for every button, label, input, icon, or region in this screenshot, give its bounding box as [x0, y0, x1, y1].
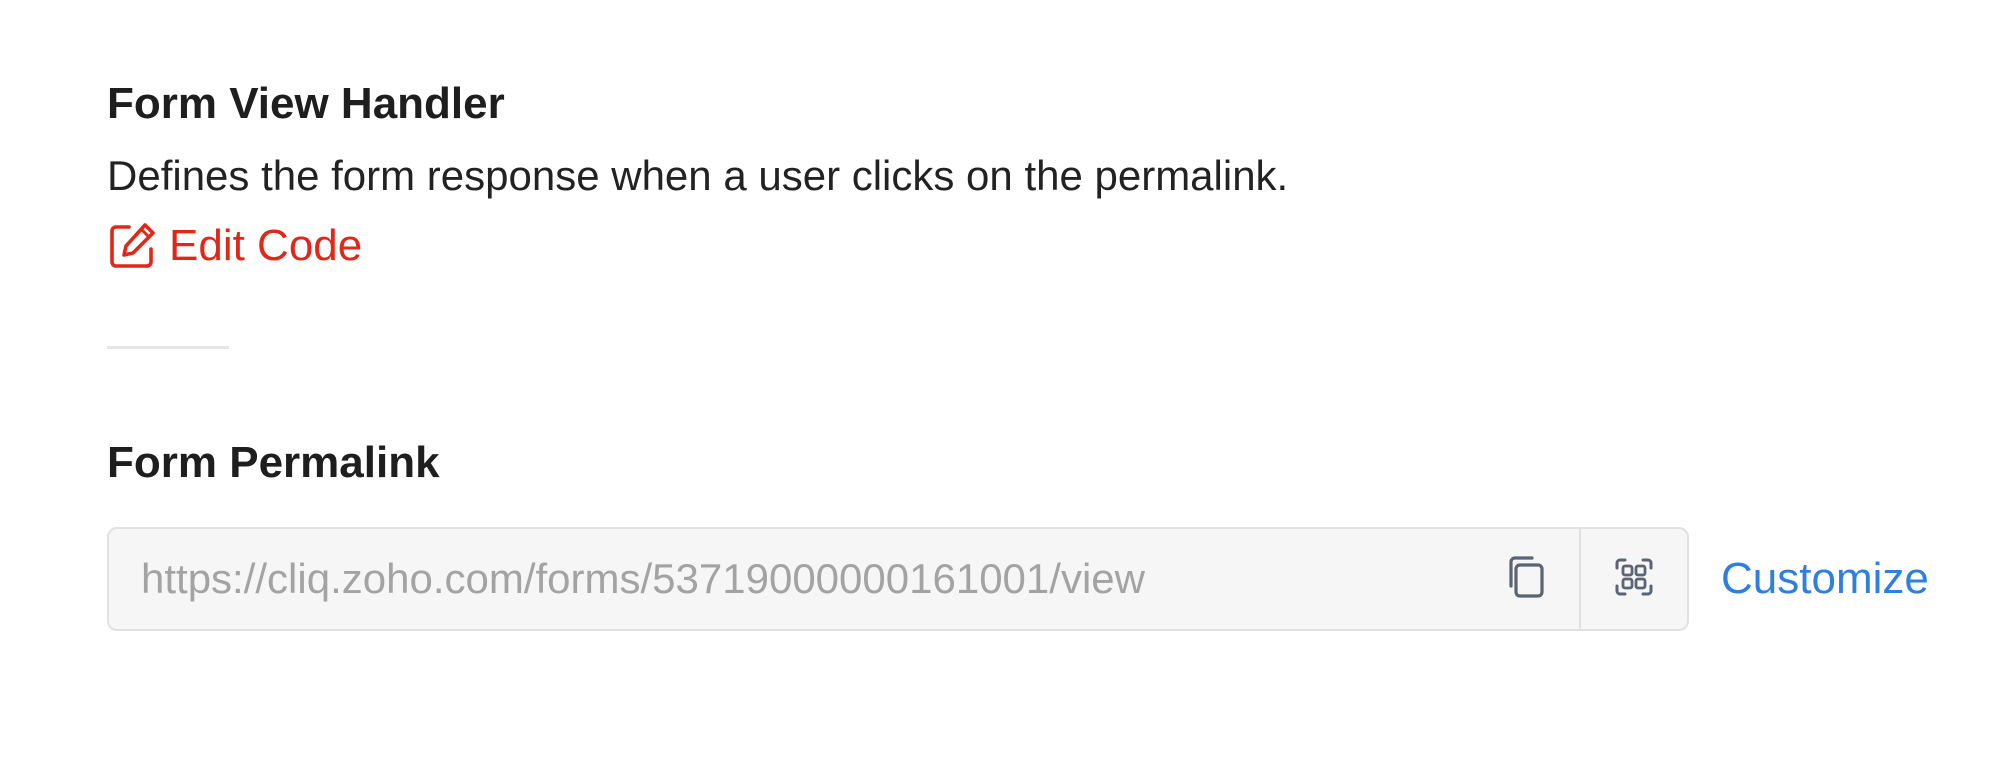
permalink-url-input[interactable] — [109, 529, 1473, 629]
form-permalink-title: Form Permalink — [107, 438, 440, 487]
edit-code-link[interactable]: Edit Code — [107, 218, 362, 274]
permalink-row: Customize — [107, 527, 1940, 631]
permalink-field — [107, 527, 1689, 631]
form-view-handler-description: Defines the form response when a user cl… — [107, 152, 1289, 199]
qr-code-button[interactable] — [1579, 529, 1687, 629]
qr-code-icon — [1614, 557, 1654, 602]
copy-button[interactable] — [1473, 529, 1579, 629]
form-settings-panel: Form View Handler Defines the form respo… — [107, 78, 1940, 631]
edit-code-label: Edit Code — [169, 221, 363, 270]
edit-icon — [107, 221, 157, 271]
section-divider — [107, 346, 229, 349]
customize-link[interactable]: Customize — [1721, 554, 1929, 604]
form-view-handler-title: Form View Handler — [107, 79, 505, 128]
copy-icon — [1506, 554, 1546, 605]
